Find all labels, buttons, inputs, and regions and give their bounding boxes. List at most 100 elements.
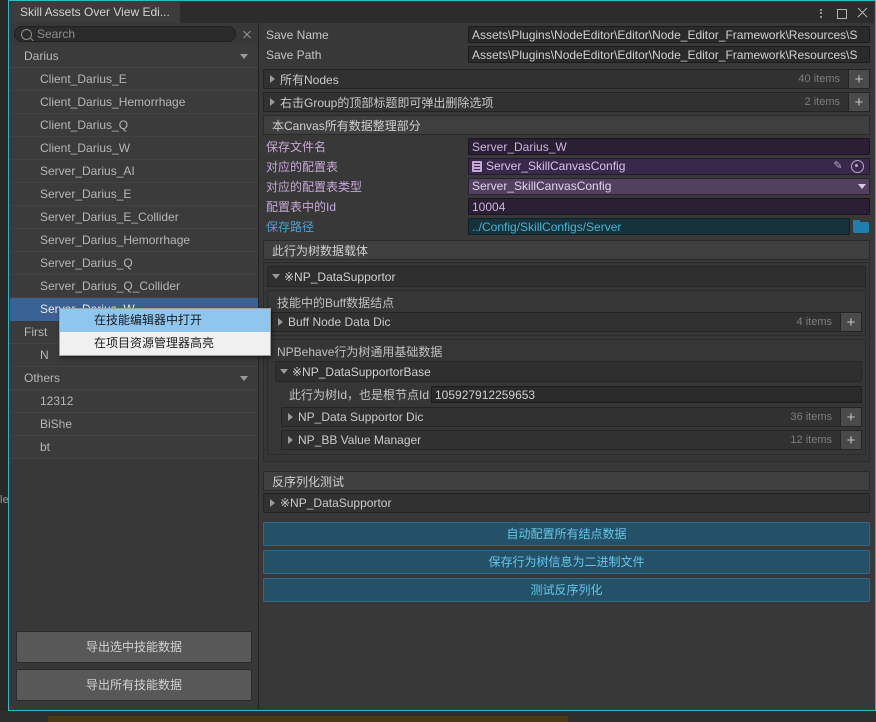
data-supportor-header[interactable]: ※NP_DataSupportor xyxy=(267,266,866,287)
tree-item-server-darius-hemorrhage[interactable]: Server_Darius_Hemorrhage xyxy=(10,229,258,252)
foldout-toggle[interactable] xyxy=(282,413,298,421)
search-input[interactable]: Search xyxy=(37,27,75,41)
foldout-toggle[interactable] xyxy=(282,436,298,444)
tree-item-client-darius-q[interactable]: Client_Darius_Q xyxy=(10,114,258,137)
chevron-down-icon xyxy=(240,54,248,59)
save-path-input[interactable]: Assets\Plugins\NodeEditor\Editor\Node_Ed… xyxy=(468,46,870,63)
tree-item-bt[interactable]: bt xyxy=(10,436,258,459)
window-tabbar: Skill Assets Over View Edi... xyxy=(10,2,874,23)
search-input-wrap[interactable]: Search xyxy=(14,26,236,42)
chevron-right-icon xyxy=(269,98,275,106)
foldout-toggle[interactable] xyxy=(264,75,280,83)
foldout-toggle[interactable] xyxy=(276,369,292,374)
export-selected-skill-data-button[interactable]: 导出选中技能数据 xyxy=(16,631,252,663)
config-table-object-field[interactable]: Server_SkillCanvasConfig ✎ xyxy=(468,158,870,175)
inspector-content: Save Name Assets\Plugins\NodeEditor\Edit… xyxy=(263,25,870,606)
add-bb-value-button[interactable]: + xyxy=(840,431,861,449)
add-group-button[interactable]: + xyxy=(848,93,869,111)
object-picker-icon[interactable] xyxy=(851,160,864,173)
bb-value-manager-row[interactable]: NP_BB Value Manager 12 items + xyxy=(281,430,862,450)
deserialize-object-label: ※NP_DataSupportor xyxy=(280,496,392,510)
context-menu-item-open-in-skill-editor[interactable]: 在技能编辑器中打开 xyxy=(60,309,270,332)
context-menu-item-highlight-in-project[interactable]: 在项目资源管理器高亮 xyxy=(60,332,270,355)
foldout-toggle[interactable] xyxy=(264,98,280,106)
bb-value-manager-label: NP_BB Value Manager xyxy=(298,433,422,447)
data-supportor-dic-count: 36 items xyxy=(790,411,832,423)
editor-window-inner: Skill Assets Over View Edi... Search Dar… xyxy=(10,2,874,709)
kebab-menu-icon[interactable] xyxy=(814,6,828,20)
save-tree-binary-button[interactable]: 保存行为树信息为二进制文件 xyxy=(263,550,870,574)
sidebar: Search Darius Client_Darius_E Client_Dar… xyxy=(10,23,259,709)
buff-node-data-dic-row[interactable]: Buff Node Data Dic 4 items + xyxy=(271,312,862,332)
tree-id-input[interactable]: 105927912259653 xyxy=(431,386,862,403)
save-name-row: Save Name Assets\Plugins\NodeEditor\Edit… xyxy=(263,25,870,44)
tree-item-server-darius-q[interactable]: Server_Darius_Q xyxy=(10,252,258,275)
save-name-input[interactable]: Assets\Plugins\NodeEditor\Editor\Node_Ed… xyxy=(468,26,870,43)
add-node-button[interactable]: + xyxy=(848,70,869,88)
config-table-label: 对应的配置表 xyxy=(266,160,339,174)
config-table-type-label: 对应的配置表类型 xyxy=(266,180,363,194)
tree-item-client-darius-w[interactable]: Client_Darius_W xyxy=(10,137,258,160)
data-supportor-base-header[interactable]: ※NP_DataSupportorBase xyxy=(275,361,862,382)
tree-item-server-darius-ai[interactable]: Server_Darius_AI xyxy=(10,160,258,183)
foldout-toggle[interactable] xyxy=(272,318,288,326)
deserialize-object-row[interactable]: ※NP_DataSupportor xyxy=(263,493,870,513)
add-data-supportor-button[interactable]: + xyxy=(840,408,861,426)
folder-browse-icon[interactable] xyxy=(853,220,870,233)
npbehave-section-box: NPBehave行为树通用基础数据 ※NP_DataSupportorBase … xyxy=(267,339,866,455)
search-clear-icon[interactable] xyxy=(240,27,254,41)
chevron-down-icon xyxy=(858,184,866,189)
bb-value-manager-count: 12 items xyxy=(790,434,832,446)
tree-item-bishe[interactable]: BiShe xyxy=(10,413,258,436)
data-supportor-dic-label: NP_Data Supportor Dic xyxy=(298,410,424,424)
chevron-down-icon xyxy=(280,369,288,374)
app-root: le Skill Assets Over View Edi... Search xyxy=(0,0,876,722)
chevron-down-icon xyxy=(240,376,248,381)
tree-item-server-darius-e[interactable]: Server_Darius_E xyxy=(10,183,258,206)
config-table-type-row: 对应的配置表类型 Server_SkillCanvasConfig xyxy=(263,177,870,196)
export-all-skill-data-button[interactable]: 导出所有技能数据 xyxy=(16,669,252,701)
chevron-right-icon xyxy=(269,499,275,507)
config-id-input[interactable]: 10004 xyxy=(468,198,870,215)
add-buff-node-button[interactable]: + xyxy=(840,313,861,331)
canvas-data-section-header: 本Canvas所有数据整理部分 xyxy=(263,115,870,135)
tree-id-label: 此行为树Id，也是根节点Id xyxy=(289,388,430,402)
edit-pencil-icon[interactable]: ✎ xyxy=(831,159,845,174)
tree-item-server-darius-q-collider[interactable]: Server_Darius_Q_Collider xyxy=(10,275,258,298)
save-path-field-input[interactable]: ../Config/SkillConfigs/Server xyxy=(468,218,850,235)
data-supportor-box: ※NP_DataSupportor 技能中的Buff数据结点 Buff Node… xyxy=(263,262,870,462)
test-deserialize-button[interactable]: 测试反序列化 xyxy=(263,578,870,602)
data-supportor-dic-row[interactable]: NP_Data Supportor Dic 36 items + xyxy=(281,407,862,427)
save-path-row: Save Path Assets\Plugins\NodeEditor\Edit… xyxy=(263,45,870,64)
scriptable-object-icon xyxy=(472,161,482,172)
all-nodes-row[interactable]: 所有Nodes 40 items + xyxy=(263,69,870,89)
foldout-toggle[interactable] xyxy=(264,499,280,507)
save-path-field-row: 保存路径 ../Config/SkillConfigs/Server xyxy=(263,217,870,236)
editor-window: Skill Assets Over View Edi... Search Dar… xyxy=(8,0,876,711)
auto-config-all-nodes-button[interactable]: 自动配置所有结点数据 xyxy=(263,522,870,546)
groups-row[interactable]: 右击Group的顶部标题即可弹出删除选项 2 items + xyxy=(263,92,870,112)
chevron-right-icon xyxy=(269,75,275,83)
tree-group-others[interactable]: Others xyxy=(10,367,258,390)
tree-item-client-darius-e[interactable]: Client_Darius_E xyxy=(10,68,258,91)
tab-skill-assets-overview[interactable]: Skill Assets Over View Edi... xyxy=(10,2,180,23)
save-file-name-input[interactable]: Server_Darius_W xyxy=(468,138,870,155)
chevron-down-icon xyxy=(272,274,280,279)
tree-group-label: First xyxy=(24,325,48,339)
config-id-label: 配置表中的Id xyxy=(266,200,337,214)
tree-item-client-darius-hemorrhage[interactable]: Client_Darius_Hemorrhage xyxy=(10,91,258,114)
maximize-icon[interactable] xyxy=(837,8,847,19)
config-table-type-dropdown[interactable]: Server_SkillCanvasConfig xyxy=(468,178,870,195)
save-name-label: Save Name xyxy=(266,27,329,42)
tree-item-server-darius-e-collider[interactable]: Server_Darius_E_Collider xyxy=(10,206,258,229)
save-file-name-label: 保存文件名 xyxy=(266,140,327,154)
close-icon[interactable] xyxy=(856,6,870,20)
deserialize-section-header: 反序列化测试 xyxy=(263,471,870,491)
foldout-toggle[interactable] xyxy=(268,274,284,279)
save-path-label: Save Path xyxy=(266,47,322,62)
tree-group-darius[interactable]: Darius xyxy=(10,45,258,68)
tree-id-row: 此行为树Id，也是根节点Id 105927912259653 xyxy=(271,385,862,404)
save-file-name-row: 保存文件名 Server_Darius_W xyxy=(263,137,870,156)
tree-group-label: Darius xyxy=(24,49,59,63)
tree-item-12312[interactable]: 12312 xyxy=(10,390,258,413)
